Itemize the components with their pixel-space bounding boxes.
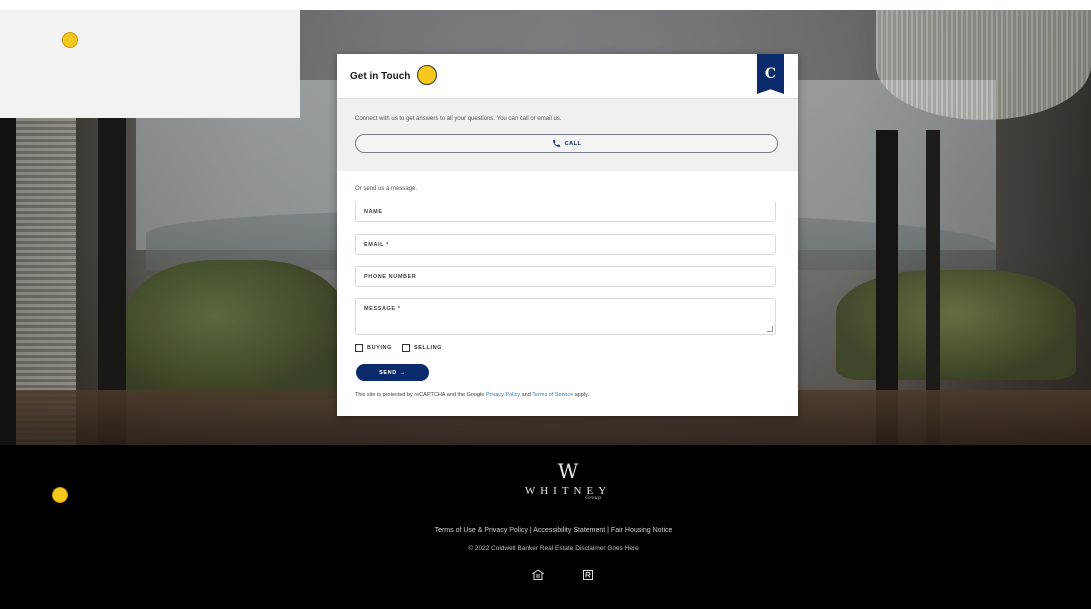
hero-greenery-right bbox=[836, 270, 1076, 380]
copyright-text: © 2022 Coldwell Banker Real Estate Discl… bbox=[468, 545, 639, 552]
message-field-placeholder: MESSAGE * bbox=[364, 306, 401, 312]
buying-checkbox[interactable] bbox=[355, 344, 363, 352]
or-send-text: Or send us a message. bbox=[355, 186, 418, 192]
terms-of-service-link[interactable]: Terms of Service bbox=[532, 392, 573, 398]
whitney-group-logo[interactable]: W WHITNEY Group bbox=[508, 461, 628, 511]
arrow-right-icon: → bbox=[399, 369, 406, 376]
hotspot-marker-footer[interactable] bbox=[52, 487, 68, 503]
card-title: Get in Touch bbox=[350, 71, 411, 82]
logo-mark: W bbox=[557, 459, 579, 483]
top-strip bbox=[0, 0, 1091, 10]
call-button-label: CALL bbox=[564, 140, 582, 147]
selling-label: SELLING bbox=[414, 345, 443, 351]
selling-checkbox-row[interactable]: SELLING bbox=[402, 344, 442, 352]
call-section: Connect with us to get answers to all yo… bbox=[337, 99, 798, 171]
hero-lamp bbox=[876, 10, 1091, 120]
resize-handle-icon[interactable] bbox=[767, 326, 773, 332]
name-field-placeholder: NAME bbox=[364, 209, 383, 215]
message-field[interactable]: MESSAGE * bbox=[355, 298, 776, 335]
disclaimer-apply: apply. bbox=[574, 392, 590, 398]
contact-form-card: Get in Touch 𝐂 Connect with us to get an… bbox=[337, 54, 798, 416]
side-dark-strip bbox=[0, 118, 16, 445]
phone-field-placeholder: PHONE NUMBER bbox=[364, 274, 417, 280]
hero-greenery-left bbox=[126, 260, 346, 400]
side-panel bbox=[0, 10, 300, 118]
disclaimer-and: and bbox=[521, 392, 531, 398]
email-field[interactable]: EMAIL * bbox=[355, 234, 776, 255]
email-field-placeholder: EMAIL * bbox=[364, 242, 389, 248]
brand-badge-icon: 𝐂 bbox=[757, 54, 784, 94]
buying-label: BUYING bbox=[367, 345, 392, 351]
privacy-policy-link[interactable]: Privacy Policy bbox=[486, 392, 520, 398]
equal-housing-icon bbox=[532, 569, 544, 580]
logo-word: WHITNEY bbox=[524, 485, 612, 497]
phone-field[interactable]: PHONE NUMBER bbox=[355, 266, 776, 287]
name-field[interactable]: NAME bbox=[355, 202, 776, 222]
realtor-icon bbox=[583, 570, 593, 580]
card-header: Get in Touch 𝐂 bbox=[337, 54, 798, 99]
call-intro-text: Connect with us to get answers to all yo… bbox=[355, 116, 562, 122]
call-button[interactable]: CALL bbox=[355, 134, 778, 153]
buying-checkbox-row[interactable]: BUYING bbox=[355, 344, 392, 352]
footer-links[interactable]: Terms of Use & Privacy Policy | Accessib… bbox=[16, 527, 1091, 534]
send-button[interactable]: SEND → bbox=[356, 364, 429, 381]
footer-icons bbox=[532, 569, 594, 581]
phone-icon bbox=[552, 140, 560, 147]
hotspot-marker-title[interactable] bbox=[417, 65, 437, 85]
disclaimer-text: This site is protected by reCAPTCHA and … bbox=[355, 392, 485, 398]
recaptcha-disclaimer: This site is protected by reCAPTCHA and … bbox=[355, 392, 589, 398]
footer: W WHITNEY Group Terms of Use & Privacy P… bbox=[16, 445, 1091, 609]
selling-checkbox[interactable] bbox=[402, 344, 410, 352]
hotspot-marker[interactable] bbox=[62, 32, 78, 48]
send-button-label: SEND bbox=[379, 369, 397, 376]
